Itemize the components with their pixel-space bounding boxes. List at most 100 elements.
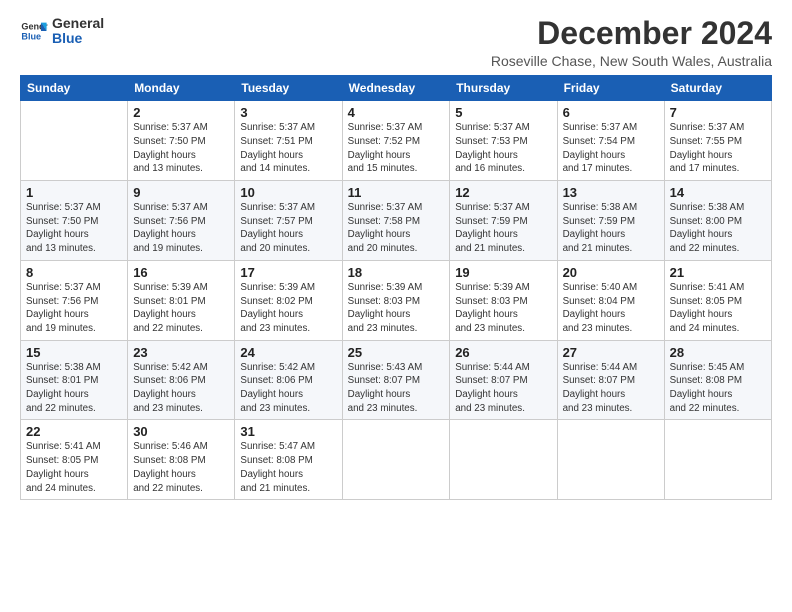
- calendar-cell: 7 Sunrise: 5:37 AM Sunset: 7:55 PM Dayli…: [664, 101, 771, 181]
- col-monday: Monday: [128, 76, 235, 101]
- calendar-cell: 22 Sunrise: 5:41 AM Sunset: 8:05 PM Dayl…: [21, 420, 128, 500]
- calendar-cell: 25 Sunrise: 5:43 AM Sunset: 8:07 PM Dayl…: [342, 340, 450, 420]
- day-info: Sunrise: 5:39 AM Sunset: 8:01 PM Dayligh…: [133, 281, 229, 336]
- day-number: 16: [133, 265, 229, 280]
- logo-line1: General: [52, 16, 104, 31]
- day-info: Sunrise: 5:39 AM Sunset: 8:03 PM Dayligh…: [348, 281, 445, 336]
- day-number: 5: [455, 105, 551, 120]
- day-info: Sunrise: 5:42 AM Sunset: 8:06 PM Dayligh…: [240, 361, 336, 416]
- calendar-week-2: 1 Sunrise: 5:37 AM Sunset: 7:50 PM Dayli…: [21, 181, 772, 261]
- calendar-cell: 23 Sunrise: 5:42 AM Sunset: 8:06 PM Dayl…: [128, 340, 235, 420]
- calendar-cell: 3 Sunrise: 5:37 AM Sunset: 7:51 PM Dayli…: [235, 101, 342, 181]
- calendar-cell: 4 Sunrise: 5:37 AM Sunset: 7:52 PM Dayli…: [342, 101, 450, 181]
- calendar-cell: 28 Sunrise: 5:45 AM Sunset: 8:08 PM Dayl…: [664, 340, 771, 420]
- day-info: Sunrise: 5:42 AM Sunset: 8:06 PM Dayligh…: [133, 361, 229, 416]
- logo: General Blue General Blue: [20, 16, 104, 47]
- col-tuesday: Tuesday: [235, 76, 342, 101]
- day-number: 8: [26, 265, 122, 280]
- day-info: Sunrise: 5:37 AM Sunset: 7:51 PM Dayligh…: [240, 121, 336, 176]
- calendar-cell: 30 Sunrise: 5:46 AM Sunset: 8:08 PM Dayl…: [128, 420, 235, 500]
- calendar-cell: 9 Sunrise: 5:37 AM Sunset: 7:56 PM Dayli…: [128, 181, 235, 261]
- day-number: 3: [240, 105, 336, 120]
- col-wednesday: Wednesday: [342, 76, 450, 101]
- calendar-cell: 20 Sunrise: 5:40 AM Sunset: 8:04 PM Dayl…: [557, 260, 664, 340]
- day-number: 30: [133, 424, 229, 439]
- logo-line2: Blue: [52, 31, 104, 46]
- calendar-cell: 5 Sunrise: 5:37 AM Sunset: 7:53 PM Dayli…: [450, 101, 557, 181]
- col-sunday: Sunday: [21, 76, 128, 101]
- day-number: 22: [26, 424, 122, 439]
- calendar-week-3: 8 Sunrise: 5:37 AM Sunset: 7:56 PM Dayli…: [21, 260, 772, 340]
- calendar-cell: 13 Sunrise: 5:38 AM Sunset: 7:59 PM Dayl…: [557, 181, 664, 261]
- calendar-week-1: 2 Sunrise: 5:37 AM Sunset: 7:50 PM Dayli…: [21, 101, 772, 181]
- calendar-cell: [21, 101, 128, 181]
- calendar-table: Sunday Monday Tuesday Wednesday Thursday…: [20, 75, 772, 500]
- calendar-week-5: 22 Sunrise: 5:41 AM Sunset: 8:05 PM Dayl…: [21, 420, 772, 500]
- calendar-cell: 18 Sunrise: 5:39 AM Sunset: 8:03 PM Dayl…: [342, 260, 450, 340]
- svg-text:Blue: Blue: [21, 32, 41, 42]
- day-info: Sunrise: 5:37 AM Sunset: 7:53 PM Dayligh…: [455, 121, 551, 176]
- day-number: 19: [455, 265, 551, 280]
- day-info: Sunrise: 5:37 AM Sunset: 7:58 PM Dayligh…: [348, 201, 445, 256]
- day-info: Sunrise: 5:45 AM Sunset: 8:08 PM Dayligh…: [670, 361, 766, 416]
- day-number: 7: [670, 105, 766, 120]
- day-number: 4: [348, 105, 445, 120]
- day-number: 18: [348, 265, 445, 280]
- day-number: 14: [670, 185, 766, 200]
- calendar-cell: 1 Sunrise: 5:37 AM Sunset: 7:50 PM Dayli…: [21, 181, 128, 261]
- calendar-cell: 16 Sunrise: 5:39 AM Sunset: 8:01 PM Dayl…: [128, 260, 235, 340]
- day-info: Sunrise: 5:37 AM Sunset: 7:50 PM Dayligh…: [133, 121, 229, 176]
- calendar-cell: 11 Sunrise: 5:37 AM Sunset: 7:58 PM Dayl…: [342, 181, 450, 261]
- day-info: Sunrise: 5:37 AM Sunset: 7:59 PM Dayligh…: [455, 201, 551, 256]
- day-info: Sunrise: 5:37 AM Sunset: 7:52 PM Dayligh…: [348, 121, 445, 176]
- day-number: 24: [240, 345, 336, 360]
- day-info: Sunrise: 5:37 AM Sunset: 7:57 PM Dayligh…: [240, 201, 336, 256]
- calendar-week-4: 15 Sunrise: 5:38 AM Sunset: 8:01 PM Dayl…: [21, 340, 772, 420]
- calendar-cell: 24 Sunrise: 5:42 AM Sunset: 8:06 PM Dayl…: [235, 340, 342, 420]
- day-info: Sunrise: 5:39 AM Sunset: 8:03 PM Dayligh…: [455, 281, 551, 336]
- calendar-cell: 17 Sunrise: 5:39 AM Sunset: 8:02 PM Dayl…: [235, 260, 342, 340]
- page-container: General Blue General Blue December 2024 …: [0, 0, 792, 510]
- day-info: Sunrise: 5:43 AM Sunset: 8:07 PM Dayligh…: [348, 361, 445, 416]
- calendar-cell: [664, 420, 771, 500]
- day-number: 23: [133, 345, 229, 360]
- day-number: 25: [348, 345, 445, 360]
- day-number: 21: [670, 265, 766, 280]
- day-number: 27: [563, 345, 659, 360]
- col-friday: Friday: [557, 76, 664, 101]
- calendar-cell: 14 Sunrise: 5:38 AM Sunset: 8:00 PM Dayl…: [664, 181, 771, 261]
- day-info: Sunrise: 5:38 AM Sunset: 8:01 PM Dayligh…: [26, 361, 122, 416]
- day-number: 12: [455, 185, 551, 200]
- day-number: 20: [563, 265, 659, 280]
- subtitle: Roseville Chase, New South Wales, Austra…: [491, 53, 772, 69]
- day-info: Sunrise: 5:38 AM Sunset: 8:00 PM Dayligh…: [670, 201, 766, 256]
- calendar-cell: [450, 420, 557, 500]
- header: General Blue General Blue December 2024 …: [20, 16, 772, 69]
- day-info: Sunrise: 5:37 AM Sunset: 7:56 PM Dayligh…: [26, 281, 122, 336]
- calendar-cell: [557, 420, 664, 500]
- day-number: 15: [26, 345, 122, 360]
- calendar-cell: 8 Sunrise: 5:37 AM Sunset: 7:56 PM Dayli…: [21, 260, 128, 340]
- day-number: 28: [670, 345, 766, 360]
- day-number: 13: [563, 185, 659, 200]
- day-number: 26: [455, 345, 551, 360]
- calendar-cell: 21 Sunrise: 5:41 AM Sunset: 8:05 PM Dayl…: [664, 260, 771, 340]
- day-info: Sunrise: 5:44 AM Sunset: 8:07 PM Dayligh…: [455, 361, 551, 416]
- day-info: Sunrise: 5:37 AM Sunset: 7:56 PM Dayligh…: [133, 201, 229, 256]
- calendar-cell: [342, 420, 450, 500]
- day-number: 1: [26, 185, 122, 200]
- day-info: Sunrise: 5:37 AM Sunset: 7:50 PM Dayligh…: [26, 201, 122, 256]
- day-number: 17: [240, 265, 336, 280]
- calendar-cell: 26 Sunrise: 5:44 AM Sunset: 8:07 PM Dayl…: [450, 340, 557, 420]
- day-info: Sunrise: 5:41 AM Sunset: 8:05 PM Dayligh…: [26, 440, 122, 495]
- day-number: 31: [240, 424, 336, 439]
- header-row: Sunday Monday Tuesday Wednesday Thursday…: [21, 76, 772, 101]
- calendar-cell: 15 Sunrise: 5:38 AM Sunset: 8:01 PM Dayl…: [21, 340, 128, 420]
- calendar-cell: 10 Sunrise: 5:37 AM Sunset: 7:57 PM Dayl…: [235, 181, 342, 261]
- day-number: 2: [133, 105, 229, 120]
- day-number: 6: [563, 105, 659, 120]
- calendar-cell: 6 Sunrise: 5:37 AM Sunset: 7:54 PM Dayli…: [557, 101, 664, 181]
- day-info: Sunrise: 5:37 AM Sunset: 7:55 PM Dayligh…: [670, 121, 766, 176]
- logo-icon: General Blue: [20, 17, 48, 45]
- calendar-cell: 31 Sunrise: 5:47 AM Sunset: 8:08 PM Dayl…: [235, 420, 342, 500]
